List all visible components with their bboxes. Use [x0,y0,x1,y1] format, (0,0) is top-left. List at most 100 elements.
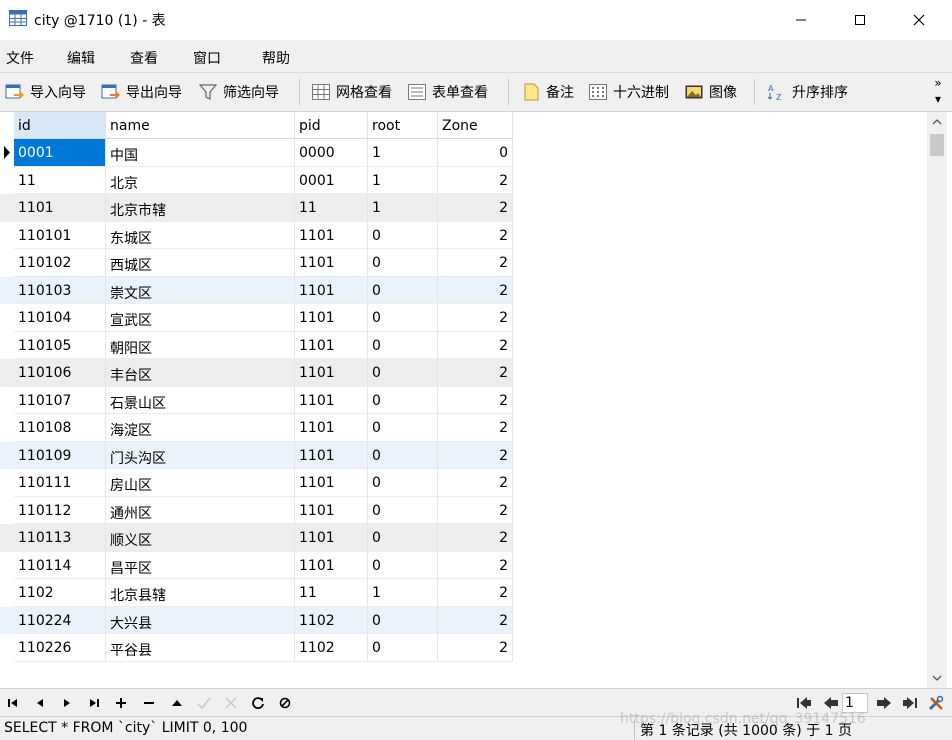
cell-name[interactable]: 平谷县 [106,634,295,662]
cell-name[interactable]: 北京市辖 [106,194,295,222]
cell-zone[interactable]: 2 [438,524,513,552]
cell-zone[interactable]: 2 [438,579,513,607]
cell-zone[interactable]: 2 [438,551,513,579]
cell-id[interactable]: 1102 [14,579,106,607]
table-row[interactable]: 110106 丰台区 1101 0 2 [0,359,513,387]
cell-name[interactable]: 丰台区 [106,359,295,387]
cell-pid[interactable]: 1101 [295,359,368,387]
cell-pid[interactable]: 1101 [295,469,368,497]
scroll-up-button[interactable] [927,112,947,132]
cell-root[interactable]: 1 [368,579,438,607]
stop-button[interactable] [274,693,296,713]
next-page-button[interactable] [873,693,895,713]
cell-name[interactable]: 东城区 [106,221,295,249]
image-button[interactable]: 图像 [684,73,737,111]
cell-id[interactable]: 110101 [14,221,106,249]
cell-id[interactable]: 110112 [14,496,106,524]
toolbar-overflow-button[interactable]: » ▾ [926,75,950,111]
cell-id[interactable]: 110109 [14,441,106,469]
cell-id[interactable]: 110108 [14,414,106,442]
cell-id[interactable]: 110107 [14,386,106,414]
table-row[interactable]: 0001 中国 0000 1 0 [0,139,513,167]
first-record-button[interactable] [2,693,24,713]
cell-root[interactable]: 0 [368,276,438,304]
cell-root[interactable]: 0 [368,386,438,414]
column-header-zone[interactable]: Zone [438,112,513,139]
cell-id[interactable]: 110104 [14,304,106,332]
add-record-button[interactable] [110,693,132,713]
cell-zone[interactable]: 2 [438,249,513,277]
cell-pid[interactable]: 1101 [295,386,368,414]
table-row[interactable]: 110112 通州区 1101 0 2 [0,496,513,524]
cell-root[interactable]: 0 [368,606,438,634]
cell-root[interactable]: 0 [368,441,438,469]
cell-id[interactable]: 110226 [14,634,106,662]
cell-pid[interactable]: 1101 [295,221,368,249]
cell-name[interactable]: 西城区 [106,249,295,277]
cell-id[interactable]: 110106 [14,359,106,387]
cell-root[interactable]: 0 [368,524,438,552]
hex-button[interactable]: 十六进制 [588,73,669,111]
cell-root[interactable]: 0 [368,469,438,497]
table-row[interactable]: 110105 朝阳区 1101 0 2 [0,331,513,359]
table-row[interactable]: 110101 东城区 1101 0 2 [0,221,513,249]
cell-pid[interactable]: 1101 [295,249,368,277]
import-wizard-button[interactable]: 导入向导 [5,73,86,111]
cell-zone[interactable]: 2 [438,221,513,249]
cell-id[interactable]: 0001 [14,139,106,167]
cell-pid[interactable]: 1101 [295,524,368,552]
cell-name[interactable]: 门头沟区 [106,441,295,469]
cell-pid[interactable]: 11 [295,579,368,607]
export-wizard-button[interactable]: 导出向导 [101,73,182,111]
menu-help[interactable]: 帮助 [262,48,290,68]
cell-name[interactable]: 顺义区 [106,524,295,552]
cell-root[interactable]: 0 [368,496,438,524]
cell-id[interactable]: 110113 [14,524,106,552]
cell-zone[interactable]: 0 [438,139,513,167]
minimize-button[interactable] [771,0,830,40]
filter-wizard-button[interactable]: 筛选向导 [198,73,279,111]
cell-id[interactable]: 110224 [14,606,106,634]
table-row[interactable]: 110104 宣武区 1101 0 2 [0,304,513,332]
cell-id[interactable]: 110111 [14,469,106,497]
cell-pid[interactable]: 11 [295,194,368,222]
last-record-button[interactable] [83,693,105,713]
maximize-button[interactable] [830,0,889,40]
cell-id[interactable]: 110105 [14,331,106,359]
cell-zone[interactable]: 2 [438,166,513,194]
cell-root[interactable]: 0 [368,551,438,579]
cell-zone[interactable]: 2 [438,386,513,414]
cell-root[interactable]: 0 [368,359,438,387]
cell-name[interactable]: 房山区 [106,469,295,497]
cell-name[interactable]: 朝阳区 [106,331,295,359]
scroll-thumb[interactable] [930,134,944,156]
cell-id[interactable]: 1101 [14,194,106,222]
cell-name[interactable]: 中国 [106,139,295,167]
cell-zone[interactable]: 2 [438,414,513,442]
edit-record-button[interactable] [166,693,188,713]
previous-page-button[interactable] [820,693,842,713]
cell-zone[interactable]: 2 [438,194,513,222]
cell-root[interactable]: 0 [368,634,438,662]
cell-pid[interactable]: 1102 [295,634,368,662]
table-row[interactable]: 1101 北京市辖 11 1 2 [0,194,513,222]
cell-pid[interactable]: 1101 [295,551,368,579]
scroll-down-button[interactable] [927,668,947,688]
cell-zone[interactable]: 2 [438,469,513,497]
table-row[interactable]: 1102 北京县辖 11 1 2 [0,579,513,607]
menu-view[interactable]: 查看 [130,48,158,68]
table-row[interactable]: 110109 门头沟区 1101 0 2 [0,441,513,469]
menu-window[interactable]: 窗口 [193,48,221,68]
cell-pid[interactable]: 1101 [295,331,368,359]
cell-root[interactable]: 1 [368,166,438,194]
cell-root[interactable]: 1 [368,139,438,167]
cell-zone[interactable]: 2 [438,331,513,359]
cell-root[interactable]: 1 [368,194,438,222]
settings-button[interactable] [925,693,947,713]
table-row[interactable]: 110108 海淀区 1101 0 2 [0,414,513,442]
table-row[interactable]: 110111 房山区 1101 0 2 [0,469,513,497]
cell-pid[interactable]: 1102 [295,606,368,634]
cell-id[interactable]: 110114 [14,551,106,579]
menu-edit[interactable]: 编辑 [67,48,95,68]
delete-record-button[interactable] [138,693,160,713]
